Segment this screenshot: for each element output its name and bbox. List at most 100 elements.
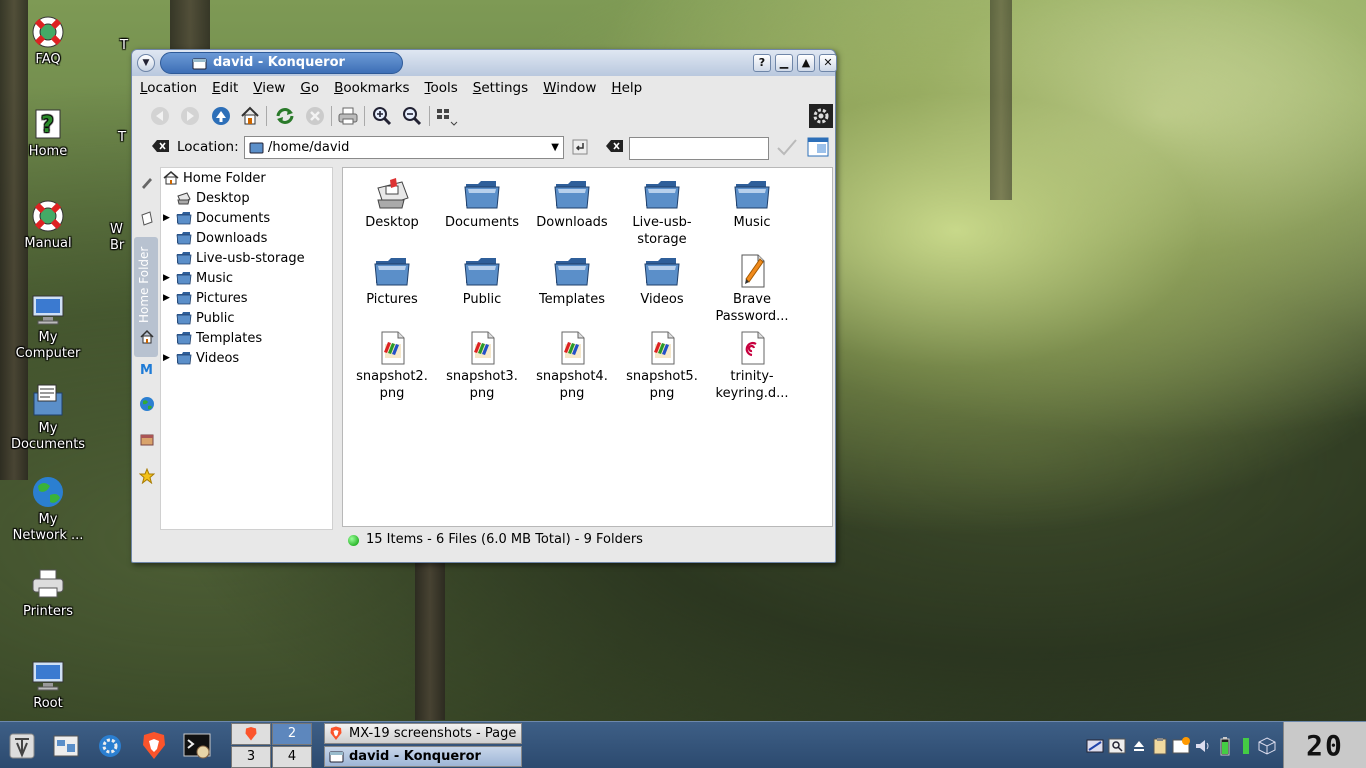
file-item-public[interactable]: Public xyxy=(437,253,527,308)
back-button[interactable] xyxy=(147,103,173,129)
file-item-trinity-keyring-d[interactable]: trinity- keyring.d... xyxy=(707,330,797,402)
expand-arrow-icon[interactable]: ▶ xyxy=(163,353,173,363)
expand-arrow-icon[interactable]: ▶ xyxy=(163,273,173,283)
desktop-icon-faq[interactable]: FAQ xyxy=(3,14,93,68)
desktop-icon-manual[interactable]: Manual xyxy=(3,198,93,252)
menu-window[interactable]: Window xyxy=(543,80,596,96)
file-item-desktop[interactable]: Desktop xyxy=(347,176,437,231)
file-item-videos[interactable]: Videos xyxy=(617,253,707,308)
favorites-tab[interactable] xyxy=(136,465,158,487)
search-input[interactable] xyxy=(629,137,769,160)
tree-item-live-usb-storage[interactable]: Live-usb-storage xyxy=(163,248,305,268)
cube-icon[interactable] xyxy=(1258,736,1276,756)
file-manager-launcher[interactable] xyxy=(50,730,82,762)
tree-item-pictures[interactable]: ▶ Pictures xyxy=(163,288,247,308)
brave-launcher[interactable] xyxy=(138,730,170,762)
clipboard-icon[interactable] xyxy=(1151,736,1168,756)
menu-view[interactable]: View xyxy=(253,80,285,96)
start-menu-button[interactable] xyxy=(6,730,38,762)
file-label: Documents xyxy=(444,215,520,230)
expand-arrow-icon[interactable]: ▶ xyxy=(163,213,173,223)
desktop-icon-my-computer[interactable]: My Computer xyxy=(3,292,93,362)
reload-button[interactable] xyxy=(272,103,298,129)
desktop-icon-my-network[interactable]: My Network ... xyxy=(3,474,93,544)
menu-go[interactable]: Go xyxy=(300,80,319,96)
clear-search-icon[interactable] xyxy=(606,139,624,157)
up-button[interactable] xyxy=(208,103,234,129)
desktop-icon-root[interactable]: Root xyxy=(3,658,93,712)
window-menu-button[interactable]: ▼ xyxy=(137,54,155,72)
home-tab-icon[interactable] xyxy=(136,326,158,348)
desktop-icon-home[interactable]: ? Home xyxy=(3,106,93,160)
go-button[interactable] xyxy=(572,139,588,159)
menu-location[interactable]: Location xyxy=(140,80,197,96)
tree-item-templates[interactable]: Templates xyxy=(163,328,262,348)
chevron-down-icon[interactable]: ▼ xyxy=(551,137,559,158)
services-tab[interactable] xyxy=(136,429,158,451)
battery-icon[interactable] xyxy=(1216,736,1233,756)
file-item-live-usb-storage[interactable]: Live-usb- storage xyxy=(617,176,707,248)
desktop-icon-my-documents[interactable]: My Documents xyxy=(3,383,93,453)
file-item-documents[interactable]: Documents xyxy=(437,176,527,231)
power-icon[interactable] xyxy=(1237,736,1254,756)
bookmarks-tab[interactable] xyxy=(136,172,158,194)
menu-tools[interactable]: Tools xyxy=(425,80,458,96)
history-tab[interactable] xyxy=(136,207,158,229)
file-item-music[interactable]: Music xyxy=(707,176,797,231)
tree-item-downloads[interactable]: Downloads xyxy=(163,228,267,248)
pager-desktop-1[interactable] xyxy=(231,723,271,745)
menu-settings[interactable]: Settings xyxy=(473,80,528,96)
tree-item-videos[interactable]: ▶ Videos xyxy=(163,348,239,368)
file-item-downloads[interactable]: Downloads xyxy=(527,176,617,231)
print-button[interactable] xyxy=(335,103,361,129)
tree-item-desktop[interactable]: Desktop xyxy=(163,188,250,208)
tree-root-home[interactable]: Home Folder xyxy=(163,168,266,188)
split-view-icon[interactable] xyxy=(807,137,829,161)
network-tray-icon[interactable] xyxy=(1086,736,1104,756)
menu-help[interactable]: Help xyxy=(611,80,642,96)
zoom-out-button[interactable] xyxy=(399,103,425,129)
pager-desktop-4[interactable]: 4 xyxy=(272,746,312,768)
clock[interactable]: 20 54 xyxy=(1283,722,1366,768)
tree-item-music[interactable]: ▶ Music xyxy=(163,268,233,288)
forward-button[interactable] xyxy=(177,103,203,129)
updater-icon[interactable] xyxy=(1172,736,1190,756)
minimize-button[interactable]: ▁ xyxy=(775,54,793,72)
task-brave[interactable]: MX-19 screenshots - Page xyxy=(324,723,522,744)
expand-arrow-icon[interactable]: ▶ xyxy=(163,293,173,303)
clear-location-icon[interactable] xyxy=(152,139,170,157)
file-item-bravepassword[interactable]: Brave Password... xyxy=(707,253,797,325)
splitter[interactable] xyxy=(334,167,341,530)
tree-item-documents[interactable]: ▶ Documents xyxy=(163,208,270,228)
settings-launcher[interactable] xyxy=(94,730,126,762)
task-konqueror[interactable]: david - Konqueror xyxy=(324,746,522,767)
close-button[interactable]: ✕ xyxy=(819,54,837,72)
home-button[interactable] xyxy=(237,103,263,129)
window-title[interactable]: david - Konqueror xyxy=(160,52,403,74)
terminal-launcher[interactable] xyxy=(181,730,213,762)
search-tray-icon[interactable] xyxy=(1108,736,1126,756)
media-tab[interactable]: M xyxy=(136,358,158,380)
file-item-snapshot4-png[interactable]: snapshot4. png xyxy=(527,330,617,402)
menu-edit[interactable]: Edit xyxy=(212,80,238,96)
desktop-icon-printers[interactable]: Printers xyxy=(3,566,93,620)
maximize-button[interactable]: ▲ xyxy=(797,54,815,72)
zoom-in-button[interactable] xyxy=(369,103,395,129)
pager-desktop-3[interactable]: 3 xyxy=(231,746,271,768)
menu-bookmarks[interactable]: Bookmarks xyxy=(334,80,409,96)
file-item-snapshot5-png[interactable]: snapshot5. png xyxy=(617,330,707,402)
file-item-snapshot3-png[interactable]: snapshot3. png xyxy=(437,330,527,402)
stop-button[interactable] xyxy=(302,103,328,129)
location-input[interactable]: /home/david ▼ xyxy=(244,136,564,159)
volume-icon[interactable] xyxy=(1194,736,1212,756)
file-item-snapshot2-png[interactable]: snapshot2. png xyxy=(347,330,437,402)
file-item-pictures[interactable]: Pictures xyxy=(347,253,437,308)
tree-item-public[interactable]: Public xyxy=(163,308,234,328)
file-item-templates[interactable]: Templates xyxy=(527,253,617,308)
view-mode-button[interactable] xyxy=(433,103,459,129)
titlebar[interactable]: ▼ david - Konqueror ? ▁ ▲ ✕ xyxy=(132,50,837,76)
eject-icon[interactable] xyxy=(1130,736,1147,756)
network-tab[interactable] xyxy=(136,393,158,415)
pager-desktop-2[interactable]: 2 xyxy=(272,723,312,745)
help-button[interactable]: ? xyxy=(753,54,771,72)
